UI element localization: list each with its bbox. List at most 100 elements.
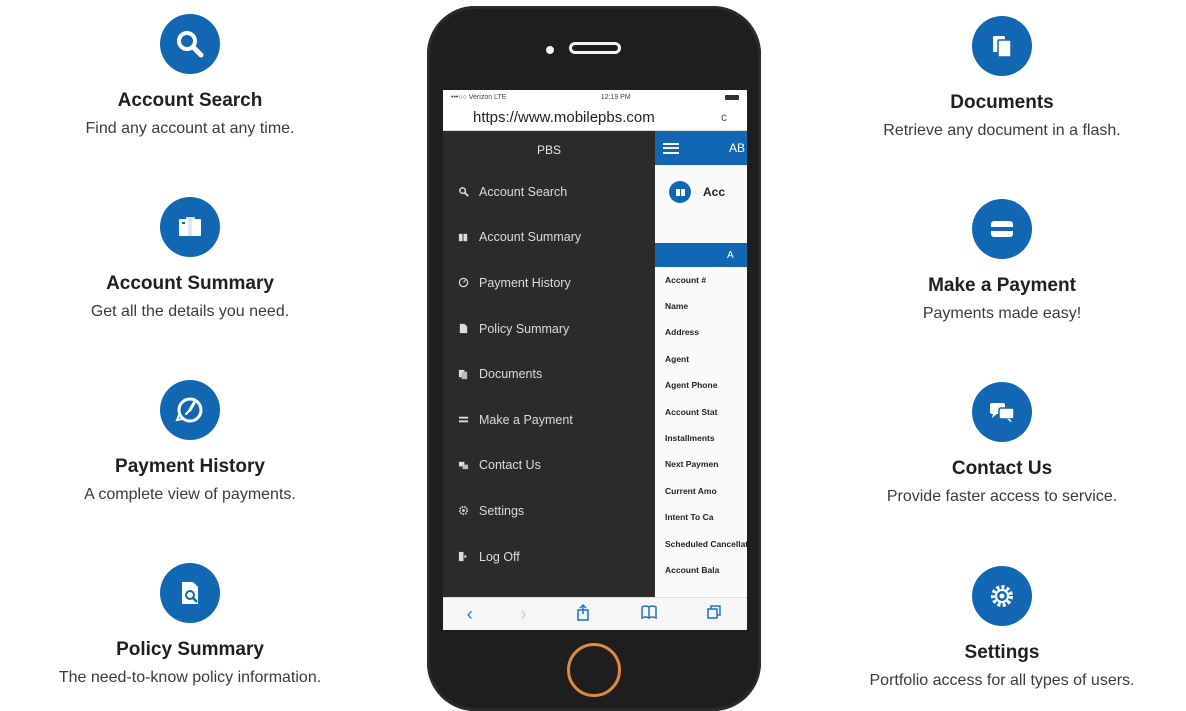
tabs-icon[interactable] — [705, 603, 723, 626]
feature-description: Payments made easy! — [922, 305, 1082, 322]
feature-description: Provide faster access to service. — [886, 488, 1118, 505]
feature-title: Account Summary — [106, 273, 274, 294]
menu-item-label: Policy Summary — [479, 321, 570, 336]
url-text[interactable]: https://www.mobilepbs.com — [473, 109, 655, 126]
forward-icon[interactable]: › — [520, 604, 526, 625]
app-top-bar: AB — [655, 131, 747, 165]
field-label: Installments — [665, 433, 715, 444]
field-label: Address — [665, 327, 700, 338]
feature-account-summary: Account Summary Get all the details you … — [0, 197, 380, 321]
menu-item-contact-us[interactable]: Contact Us — [443, 443, 655, 489]
feature-title: Make a Payment — [928, 275, 1076, 296]
feature-policy-summary: Policy Summary The need-to-know policy i… — [0, 563, 380, 687]
account-heading-text: Acc — [703, 185, 726, 199]
home-button[interactable] — [567, 643, 621, 697]
feature-account-search: Account Search Find any account at any t… — [0, 14, 380, 138]
gear-icon — [457, 505, 469, 517]
camera-icon — [546, 46, 554, 54]
feature-settings: Settings Portfolio access for all types … — [812, 566, 1186, 690]
menu-item-label: Contact Us — [479, 458, 541, 473]
menu-item-account-search[interactable]: Account Search — [443, 169, 655, 215]
feature-description: A complete view of payments. — [84, 486, 296, 503]
menu-item-account-summary[interactable]: Account Summary — [443, 215, 655, 261]
back-icon[interactable]: ‹ — [467, 604, 473, 625]
reload-icon[interactable]: c — [721, 110, 727, 124]
menu-item-label: Account Summary — [479, 230, 582, 245]
chat-icon — [972, 382, 1032, 442]
feature-make-payment: Make a Payment Payments made easy! — [812, 199, 1186, 323]
menu-item-label: Payment History — [479, 275, 571, 290]
feature-title: Payment History — [115, 456, 265, 477]
feature-documents: Documents Retrieve any document in a fla… — [812, 16, 1186, 140]
logoff-icon — [457, 551, 469, 563]
bookmarks-icon[interactable] — [640, 603, 658, 626]
field-label: Account Bala — [665, 564, 720, 575]
feature-payment-history: Payment History A complete view of payme… — [0, 380, 380, 504]
feature-description: Get all the details you need. — [90, 303, 290, 320]
phone-screen: •••○○ Verizon LTE 12:19 PM https://www.m… — [443, 90, 747, 630]
phone-mockup: •••○○ Verizon LTE 12:19 PM https://www.m… — [427, 6, 761, 711]
address-bar[interactable]: https://www.mobilepbs.com c — [443, 104, 747, 131]
feature-description: Retrieve any document in a flash. — [883, 122, 1121, 139]
documents-icon — [457, 368, 469, 380]
menu-item-payment-history[interactable]: Payment History — [443, 260, 655, 306]
account-fields: Account # Name Address Agent Agent Phone… — [655, 267, 747, 584]
menu-item-make-payment[interactable]: Make a Payment — [443, 397, 655, 443]
folders-icon — [457, 231, 469, 243]
battery-icon — [725, 94, 739, 100]
feature-description: Find any account at any time. — [85, 120, 295, 137]
search-icon — [160, 14, 220, 74]
card-icon — [457, 414, 469, 426]
menu-item-label: Make a Payment — [479, 412, 573, 427]
feature-description: The need-to-know policy information. — [58, 669, 322, 686]
documents-icon — [972, 16, 1032, 76]
feature-contact-us: Contact Us Provide faster access to serv… — [812, 382, 1186, 506]
top-bar-title: AB — [729, 141, 746, 155]
field-label: Scheduled Cancellation — [665, 538, 747, 549]
feature-title: Documents — [950, 92, 1054, 113]
menu-item-label: Account Search — [479, 184, 568, 199]
field-label: Current Amo — [665, 485, 717, 496]
feature-title: Account Search — [117, 90, 263, 111]
menu-item-documents[interactable]: Documents — [443, 351, 655, 397]
card-icon — [972, 199, 1032, 259]
field-label: Account Stat — [665, 406, 718, 417]
menu-item-label: Log Off — [479, 549, 520, 564]
menu-title: PBS — [536, 143, 561, 157]
field-label: Account # — [665, 274, 707, 285]
gear-icon — [972, 566, 1032, 626]
hamburger-menu-icon[interactable] — [663, 142, 679, 154]
clock-history-icon — [160, 380, 220, 440]
menu-item-settings[interactable]: Settings — [443, 488, 655, 534]
section-header: A — [655, 243, 747, 267]
field-label: Agent Phone — [665, 380, 718, 391]
menu-item-label: Settings — [479, 503, 525, 518]
carrier-label: •••○○ Verizon LTE — [451, 93, 507, 101]
side-menu: PBS Account Search Account Summary Payme… — [443, 131, 655, 597]
menu-item-policy-summary[interactable]: Policy Summary — [443, 306, 655, 352]
folders-icon — [160, 197, 220, 257]
menu-item-label: Documents — [479, 367, 543, 382]
feature-title: Settings — [964, 642, 1040, 663]
field-label: Name — [665, 301, 689, 312]
search-icon — [457, 186, 469, 198]
field-label: Agent — [665, 353, 690, 364]
menu-item-log-off[interactable]: Log Off — [443, 534, 655, 580]
feature-title: Policy Summary — [116, 639, 264, 660]
feature-title: Contact Us — [951, 458, 1053, 479]
chat-icon — [457, 459, 469, 471]
policy-icon — [457, 323, 469, 335]
field-label: Next Paymen — [665, 459, 719, 470]
field-label: Intent To Ca — [665, 512, 714, 523]
folders-icon — [669, 181, 691, 203]
feature-description: Portfolio access for all types of users. — [869, 672, 1135, 689]
clock-label: 12:19 PM — [600, 93, 631, 101]
app-content: PBS Account Search Account Summary Payme… — [443, 131, 747, 597]
account-pane: AB Acc A Account # Name Address Agent Ag… — [655, 131, 747, 597]
clock-icon — [457, 277, 469, 289]
speaker-icon — [569, 42, 621, 54]
share-icon[interactable] — [574, 603, 592, 626]
policy-search-icon — [160, 563, 220, 623]
account-heading: Acc — [655, 165, 747, 219]
browser-toolbar: ‹ › — [443, 597, 747, 630]
